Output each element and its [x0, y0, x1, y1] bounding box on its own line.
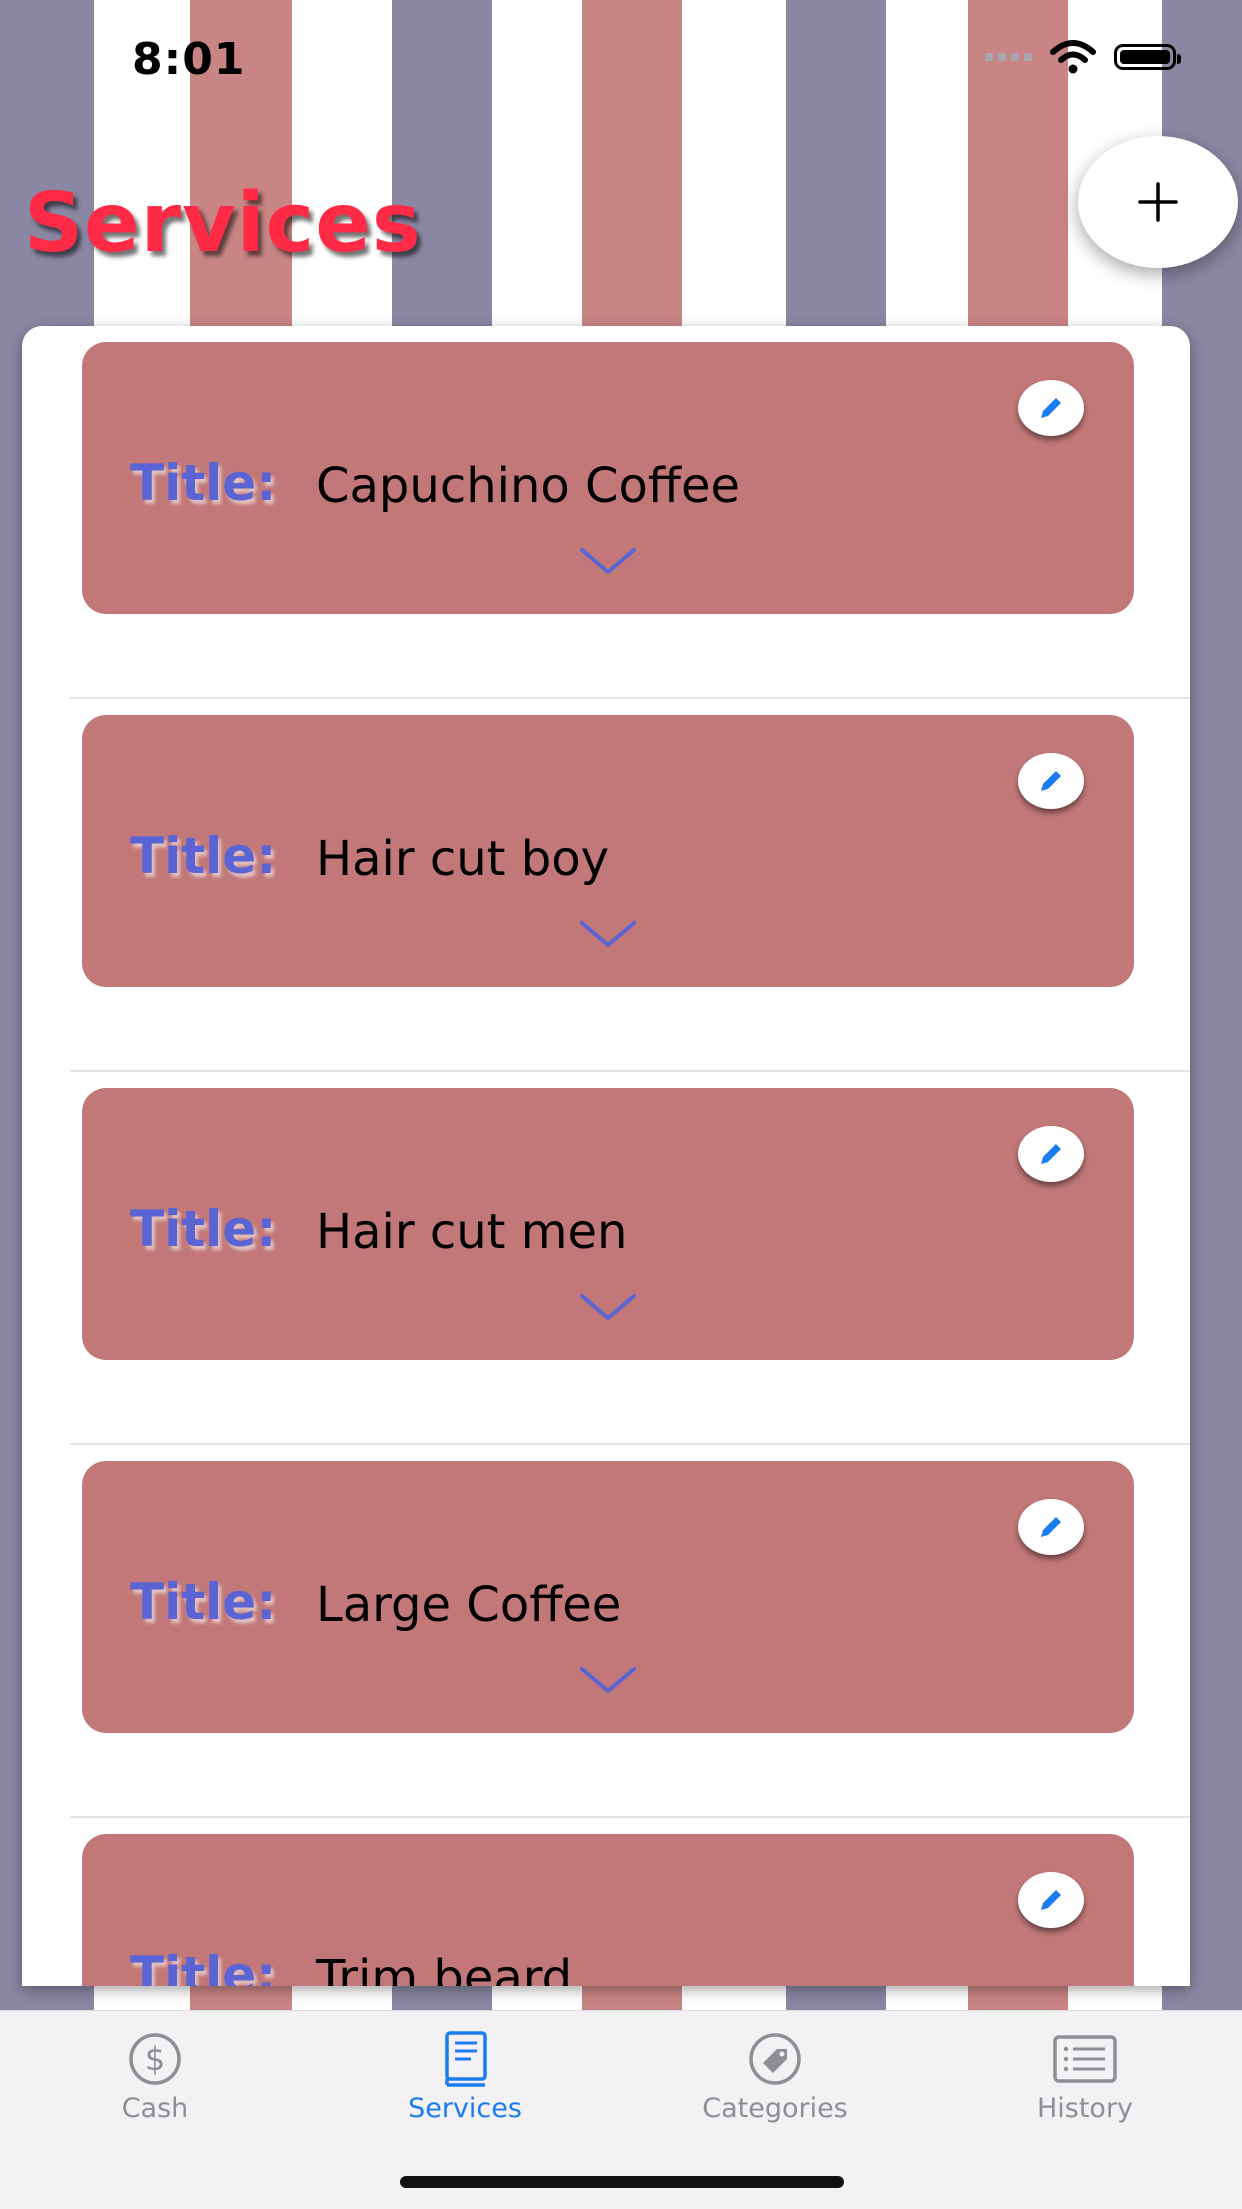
plus-icon [1138, 182, 1178, 222]
pencil-icon [1041, 398, 1061, 418]
battery-icon [1114, 44, 1181, 70]
book-icon [445, 2031, 487, 2087]
tab-label: Cash [121, 2093, 189, 2124]
title-label: Title: [130, 827, 277, 885]
tab-cash[interactable]: $ Cash [0, 2031, 310, 2124]
service-title: Trim beard [316, 1950, 573, 1986]
chevron-down-icon[interactable] [578, 1663, 638, 1697]
service-title: Hair cut men [316, 1204, 628, 1260]
tag-icon [749, 2033, 801, 2085]
cellular-signal-icon [985, 53, 1032, 61]
edit-button[interactable] [1018, 1126, 1084, 1182]
service-row[interactable]: Title: Trim beard [22, 1818, 1190, 1986]
home-indicator [400, 2176, 844, 2188]
tab-history[interactable]: History [930, 2031, 1240, 2124]
tab-services[interactable]: Services [310, 2031, 620, 2124]
tab-categories[interactable]: Categories [620, 2031, 930, 2124]
add-service-button[interactable] [1078, 136, 1238, 268]
edit-button[interactable] [1018, 753, 1084, 809]
svg-text:$: $ [145, 2040, 165, 2078]
service-row[interactable]: Title: Hair cut boy [22, 699, 1190, 1072]
service-card[interactable]: Title: Capuchino Coffee [82, 342, 1134, 614]
status-icons [985, 40, 1181, 74]
tab-label: Categories [702, 2093, 848, 2124]
service-row[interactable]: Title: Large Coffee [22, 1445, 1190, 1818]
service-card[interactable]: Title: Hair cut men [82, 1088, 1134, 1360]
list-icon [1053, 2035, 1117, 2083]
chevron-down-icon[interactable] [578, 544, 638, 578]
edit-button[interactable] [1018, 1872, 1084, 1928]
tab-label: History [1036, 2093, 1134, 2124]
chevron-down-icon[interactable] [578, 1290, 638, 1324]
wifi-icon [1050, 40, 1096, 74]
service-card[interactable]: Title: Trim beard [82, 1834, 1134, 1986]
pencil-icon [1041, 1517, 1061, 1537]
edit-button[interactable] [1018, 1499, 1084, 1555]
dollar-circle-icon: $ [129, 2033, 181, 2085]
service-row[interactable]: Title: Hair cut men [22, 1072, 1190, 1445]
service-title: Hair cut boy [316, 831, 609, 887]
status-time: 8:01 [132, 34, 246, 85]
pencil-icon [1041, 1890, 1061, 1910]
service-card[interactable]: Title: Hair cut boy [82, 715, 1134, 987]
service-title: Capuchino Coffee [316, 458, 741, 514]
pencil-icon [1041, 1144, 1061, 1164]
title-label: Title: [130, 454, 277, 512]
tab-label: Services [408, 2093, 522, 2124]
service-row[interactable]: Title: Capuchino Coffee [22, 326, 1190, 699]
service-title: Large Coffee [316, 1577, 622, 1633]
chevron-down-icon[interactable] [578, 917, 638, 951]
title-label: Title: [130, 1573, 277, 1631]
pencil-icon [1041, 771, 1061, 791]
service-card[interactable]: Title: Large Coffee [82, 1461, 1134, 1733]
page-title: Services [24, 176, 422, 271]
edit-button[interactable] [1018, 380, 1084, 436]
services-list[interactable]: Title: Capuchino Coffee Title: Hair cut … [22, 326, 1190, 1986]
title-label: Title: [130, 1946, 277, 1986]
title-label: Title: [130, 1200, 277, 1258]
